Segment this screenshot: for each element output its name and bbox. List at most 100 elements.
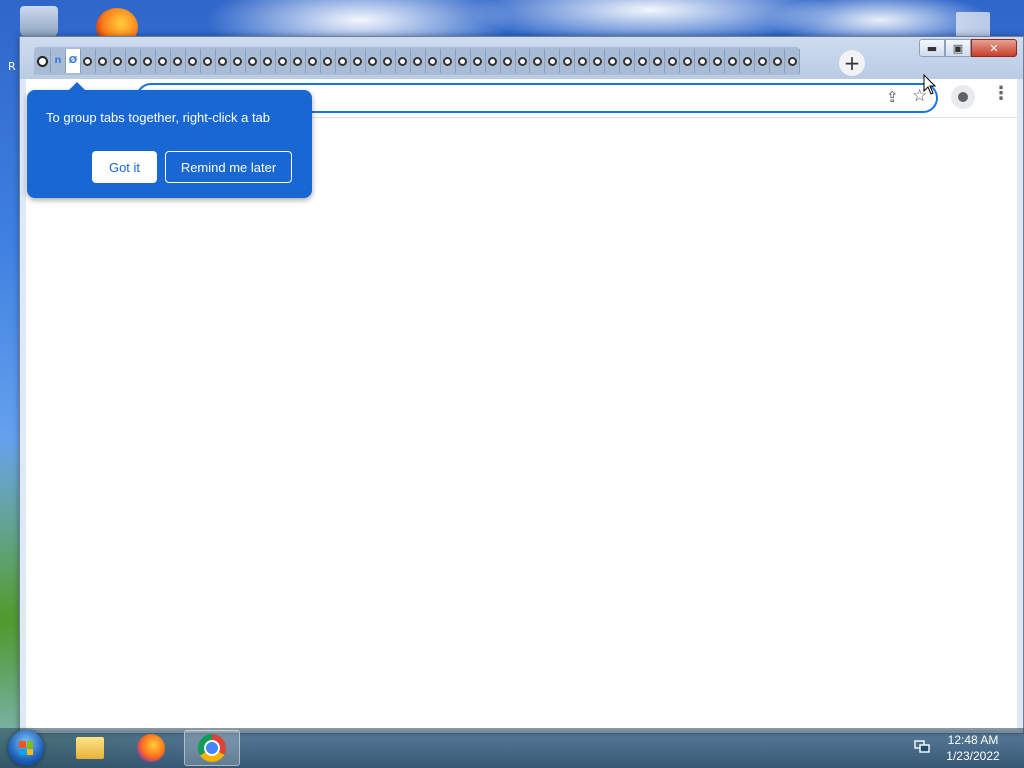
windows-logo-icon xyxy=(19,741,33,755)
favicon-icon xyxy=(712,56,722,66)
favicon-icon xyxy=(757,56,767,66)
avatar-icon xyxy=(958,92,968,102)
favicon-icon xyxy=(458,56,468,66)
page-content xyxy=(26,117,1017,730)
favicon-icon xyxy=(532,56,542,66)
tab[interactable] xyxy=(590,49,606,73)
tab[interactable] xyxy=(680,49,696,73)
tab-strip: nØ xyxy=(34,47,801,75)
recycle-bin-icon[interactable] xyxy=(20,6,58,38)
favicon-icon xyxy=(772,56,782,66)
favicon-icon xyxy=(577,56,587,66)
taskbar-chrome-button[interactable] xyxy=(184,730,240,766)
tab[interactable] xyxy=(81,49,96,73)
favicon-icon xyxy=(233,56,243,66)
favicon-icon xyxy=(547,56,557,66)
taskbar: 12:48 AM 1/23/2022 xyxy=(0,728,1024,768)
tab[interactable] xyxy=(381,49,396,73)
tab[interactable] xyxy=(441,49,456,73)
tab[interactable] xyxy=(321,49,336,73)
tab[interactable] xyxy=(156,49,171,73)
favicon-icon xyxy=(128,56,138,66)
tab[interactable] xyxy=(471,49,486,73)
firefox-icon xyxy=(137,734,165,762)
favicon-icon xyxy=(368,56,378,66)
tab[interactable] xyxy=(306,49,321,73)
favicon-icon xyxy=(682,56,692,66)
tab[interactable] xyxy=(695,49,711,73)
new-tab-button[interactable]: + xyxy=(839,50,865,76)
favicon-icon xyxy=(562,56,572,66)
tab[interactable] xyxy=(486,49,501,73)
tab[interactable] xyxy=(740,49,756,73)
tab[interactable] xyxy=(276,49,291,73)
tab[interactable] xyxy=(291,49,306,73)
favicon-icon xyxy=(263,56,273,66)
tab[interactable] xyxy=(126,49,141,73)
tab[interactable] xyxy=(755,49,771,73)
tab[interactable] xyxy=(650,49,666,73)
favicon-icon xyxy=(218,56,228,66)
favicon-icon xyxy=(37,55,49,67)
tab[interactable]: Ø xyxy=(65,49,81,73)
system-clock[interactable]: 12:48 AM 1/23/2022 xyxy=(940,732,1006,764)
tab[interactable] xyxy=(575,49,591,73)
menu-button[interactable]: ⋮ xyxy=(992,85,1010,103)
loading-icon: Ø xyxy=(68,55,78,66)
start-button[interactable] xyxy=(8,730,44,766)
tab[interactable] xyxy=(141,49,156,73)
share-icon[interactable]: ⇪ xyxy=(886,88,899,106)
favicon-icon xyxy=(173,56,183,66)
tab[interactable] xyxy=(396,49,411,73)
tab[interactable] xyxy=(261,49,276,73)
tab[interactable] xyxy=(366,49,381,73)
tab[interactable] xyxy=(36,49,51,73)
tab[interactable] xyxy=(246,49,261,73)
tab[interactable] xyxy=(456,49,471,73)
title-bar[interactable]: nØ + ▬ ▣ ✕ xyxy=(20,37,1023,79)
tab[interactable] xyxy=(96,49,111,73)
tab[interactable] xyxy=(201,49,216,73)
tab[interactable] xyxy=(411,49,426,73)
tab[interactable] xyxy=(785,49,801,73)
favicon-icon xyxy=(592,56,602,66)
favicon-icon xyxy=(697,56,707,66)
tab[interactable] xyxy=(710,49,726,73)
taskbar-firefox-button[interactable] xyxy=(123,730,179,766)
favicon-icon xyxy=(83,56,93,66)
favicon-icon xyxy=(383,56,393,66)
remind-later-button[interactable]: Remind me later xyxy=(165,151,292,183)
tab[interactable] xyxy=(725,49,741,73)
tab[interactable] xyxy=(336,49,351,73)
tab[interactable] xyxy=(186,49,201,73)
tab[interactable]: n xyxy=(51,49,66,73)
tab[interactable] xyxy=(351,49,366,73)
close-button[interactable]: ✕ xyxy=(971,39,1017,57)
favicon-icon xyxy=(353,56,363,66)
tab[interactable] xyxy=(770,49,786,73)
profile-button[interactable] xyxy=(951,85,975,109)
tab[interactable] xyxy=(501,49,516,73)
favicon-icon xyxy=(428,56,438,66)
minimize-button[interactable]: ▬ xyxy=(919,39,945,57)
tab[interactable] xyxy=(530,49,546,73)
got-it-button[interactable]: Got it xyxy=(92,151,157,183)
tab[interactable] xyxy=(560,49,576,73)
favicon-icon xyxy=(398,56,408,66)
tab[interactable] xyxy=(545,49,561,73)
tab[interactable] xyxy=(171,49,186,73)
site-favicon-icon: n xyxy=(54,55,62,66)
tab[interactable] xyxy=(635,49,651,73)
favicon-icon xyxy=(248,56,258,66)
tab[interactable] xyxy=(665,49,681,73)
tab[interactable] xyxy=(111,49,126,73)
tab[interactable] xyxy=(516,49,531,73)
network-icon[interactable] xyxy=(914,740,930,754)
tab[interactable] xyxy=(231,49,246,73)
taskbar-explorer-button[interactable] xyxy=(62,730,118,766)
maximize-button[interactable]: ▣ xyxy=(945,39,971,57)
tab[interactable] xyxy=(620,49,636,73)
tab[interactable] xyxy=(426,49,441,73)
tab[interactable] xyxy=(605,49,621,73)
tab[interactable] xyxy=(216,49,231,73)
